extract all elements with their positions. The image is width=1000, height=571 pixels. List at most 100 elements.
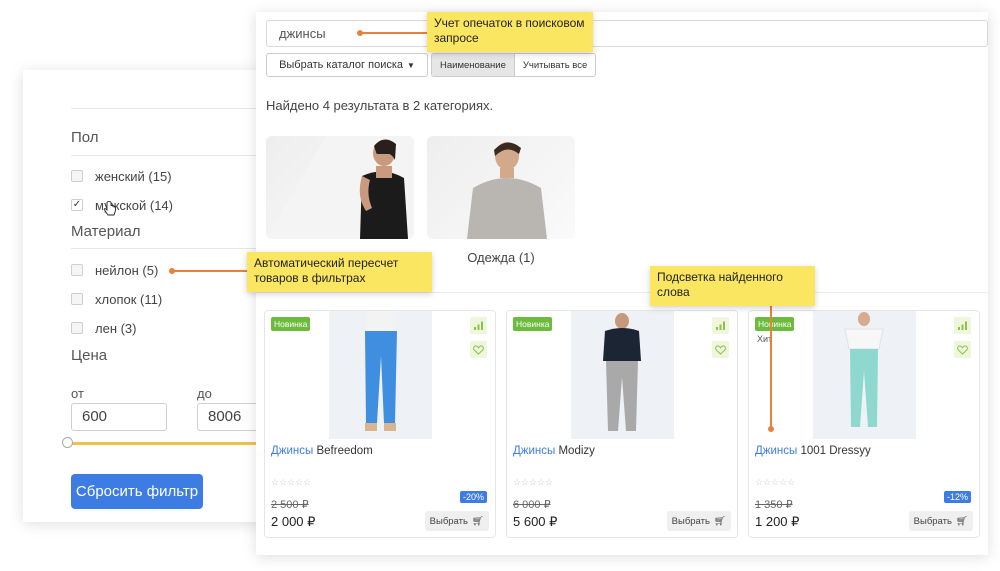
heart-icon[interactable]	[954, 341, 971, 358]
rating-stars-icon: ☆☆☆☆☆	[513, 477, 554, 487]
highlighted-word: Джинсы	[513, 445, 556, 457]
product-image[interactable]	[571, 311, 674, 439]
search-mode-tabs: Наименование Учитывать все	[431, 53, 597, 77]
callout-highlight: Подсветка найденного слова	[650, 266, 815, 306]
product-image[interactable]	[813, 311, 916, 439]
checkbox[interactable]	[71, 322, 83, 334]
price: 1 200 ₽	[755, 514, 800, 529]
name-rest: Befreedom	[313, 445, 373, 457]
callout-dot	[768, 426, 774, 432]
price: 5 600 ₽	[513, 514, 558, 529]
jeans-image	[365, 311, 397, 431]
heart-icon[interactable]	[470, 341, 487, 358]
gender-title: Пол	[71, 129, 99, 146]
divider	[71, 108, 281, 109]
badge-new: Новинка	[755, 317, 795, 331]
filter-panel: Пол женский (15) ✓ мужской (14) Материал…	[23, 70, 293, 522]
catalog-select-button[interactable]: Выбрать каталог поиска ▼	[266, 53, 428, 77]
price: 2 000 ₽	[271, 514, 316, 529]
callout-recount: Автоматический пересчет товаров в фильтр…	[247, 252, 432, 292]
price-slider-track[interactable]	[69, 442, 284, 445]
jeans-image	[603, 313, 641, 431]
divider	[71, 248, 281, 249]
jeans-shape	[365, 331, 397, 423]
callout-leader	[770, 306, 772, 428]
reset-filter-button[interactable]: Сбросить фильтр	[71, 474, 203, 509]
select-button[interactable]: Выбрать 🛒︎	[424, 511, 489, 531]
filter-option-linen[interactable]: лен (3)	[71, 319, 137, 337]
price-from-input[interactable]: 600	[71, 403, 167, 431]
compare-icon[interactable]	[712, 317, 729, 334]
category-image-clothing[interactable]	[427, 136, 575, 239]
checkbox[interactable]	[71, 170, 83, 182]
results-summary: Найдено 4 результата в 2 категориях.	[266, 98, 494, 113]
old-price: 1 350 ₽	[755, 499, 793, 511]
tab-name[interactable]: Наименование	[432, 54, 515, 76]
category-label[interactable]: Одежда (1)	[427, 250, 575, 265]
select-button[interactable]: Выбрать 🛒︎	[666, 511, 731, 531]
callout-leader	[360, 32, 428, 34]
product-name[interactable]: Джинсы Modizy	[513, 445, 595, 457]
caret-down-icon: ▼	[407, 60, 415, 70]
divider	[256, 292, 988, 293]
badge-new: Новинка	[513, 317, 553, 331]
callout-dot	[169, 268, 175, 274]
discount-badge: -12%	[943, 491, 971, 503]
name-rest: Modizy	[555, 445, 595, 457]
name-rest: 1001 Dressyy	[797, 445, 871, 457]
product-name[interactable]: Джинсы 1001 Dressyy	[755, 445, 871, 457]
highlighted-word: Джинсы	[755, 445, 798, 457]
option-label: хлопок (11)	[95, 291, 163, 307]
cart-icon: 🛒︎	[471, 515, 484, 527]
jeans-shape	[606, 361, 638, 431]
filter-option-male[interactable]: ✓ мужской (14)	[71, 196, 173, 216]
jeans-shape	[850, 349, 878, 427]
price-from-label: от	[71, 386, 84, 401]
price-to-label: до	[197, 386, 212, 401]
rating-stars-icon: ☆☆☆☆☆	[271, 477, 312, 487]
product-card[interactable]: Новинка Джинсы Modizy ☆☆☆☆☆ 6 000 ₽ 5 60…	[506, 310, 738, 538]
checkbox[interactable]	[71, 293, 83, 305]
catalog-button-label: Выбрать каталог поиска	[279, 59, 404, 71]
compare-icon[interactable]	[954, 317, 971, 334]
select-label: Выбрать	[913, 515, 952, 527]
category-image-women[interactable]	[266, 136, 414, 239]
material-title: Материал	[71, 223, 141, 240]
old-price: 2 500 ₽	[271, 499, 309, 511]
checkbox[interactable]	[71, 264, 83, 276]
top	[603, 328, 641, 361]
divider	[71, 155, 281, 156]
callout-leader	[172, 270, 248, 272]
product-card[interactable]: Новинка Хит Джинсы 1001 Dressyy ☆☆☆☆☆ 1 …	[748, 310, 980, 538]
product-name[interactable]: Джинсы Befreedom	[271, 445, 373, 457]
product-card[interactable]: Новинка Джинсы Befreedom ☆☆☆☆☆ 2 500 ₽ -…	[264, 310, 496, 538]
checkbox-checked[interactable]: ✓	[71, 199, 83, 211]
option-label: женский (15)	[95, 168, 172, 184]
select-label: Выбрать	[429, 515, 468, 527]
option-label: лен (3)	[95, 320, 137, 336]
tab-all[interactable]: Учитывать все	[515, 54, 595, 76]
old-price: 6 000 ₽	[513, 499, 551, 511]
cart-icon: 🛒︎	[713, 515, 726, 527]
top	[844, 328, 884, 350]
callout-typo: Учет опечаток в поисковом запросе	[427, 12, 593, 52]
price-slider-handle[interactable]	[62, 437, 73, 448]
rating-stars-icon: ☆☆☆☆☆	[755, 477, 796, 487]
model-image	[467, 142, 547, 239]
model-image	[266, 136, 414, 239]
option-label: нейлон (5)	[95, 262, 159, 278]
cart-icon: 🛒︎	[955, 515, 968, 527]
filter-option-cotton[interactable]: хлопок (11)	[71, 290, 162, 308]
select-button[interactable]: Выбрать 🛒︎	[908, 511, 973, 531]
compare-icon[interactable]	[470, 317, 487, 334]
price-title: Цена	[71, 347, 108, 364]
filter-option-nylon[interactable]: нейлон (5)	[71, 261, 158, 279]
hand-cursor-icon	[103, 201, 116, 216]
badge-new: Новинка	[271, 317, 311, 331]
product-image[interactable]	[329, 311, 432, 439]
top	[366, 311, 396, 333]
heart-icon[interactable]	[712, 341, 729, 358]
discount-badge: -20%	[459, 491, 487, 503]
highlighted-word: Джинсы	[271, 445, 314, 457]
filter-option-female[interactable]: женский (15)	[71, 167, 172, 185]
